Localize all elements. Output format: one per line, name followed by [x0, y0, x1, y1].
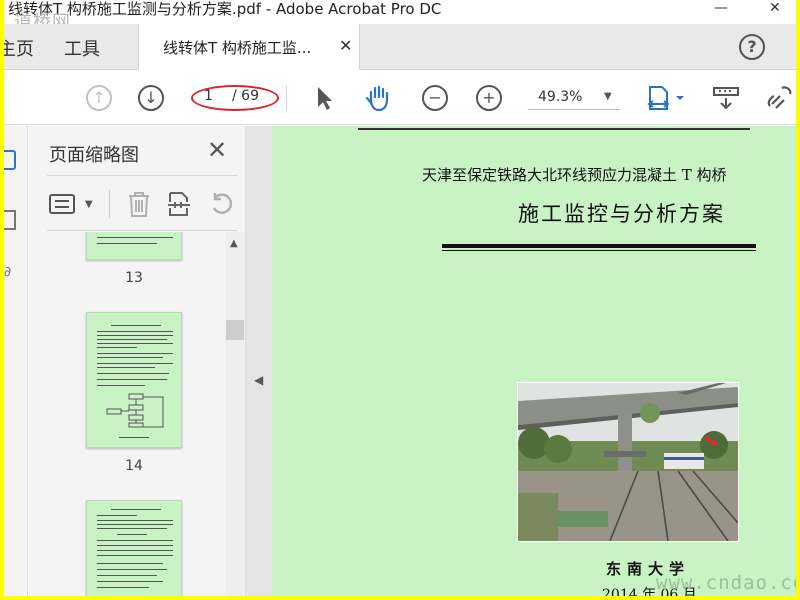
divider [109, 190, 110, 218]
toolbar-divider [286, 85, 287, 111]
minimize-icon[interactable]: — [714, 0, 728, 16]
prev-page-icon[interactable]: ↑ [84, 71, 114, 125]
page-thumbnail-number: 13 [125, 270, 143, 286]
trash-icon[interactable] [127, 182, 151, 226]
zoom-value: 49.3% [538, 89, 583, 105]
window-close-icon[interactable]: ✕ [769, 0, 781, 16]
panel-title: 页面缩略图 [49, 145, 139, 166]
cover-photo [517, 382, 739, 542]
help-icon[interactable]: ? [739, 34, 765, 60]
chevron-up-icon[interactable]: ▲ [230, 238, 238, 249]
document-title: 施工监控与分析方案 [518, 202, 725, 226]
left-rail: ∂ [4, 126, 28, 596]
divider [47, 230, 237, 231]
thumbnail-list: 13 14 [29, 232, 225, 596]
panel-toolbar: ▼ [29, 182, 246, 226]
tab-tools[interactable]: 工具 [64, 35, 100, 61]
tab-close-icon[interactable]: ✕ [339, 36, 352, 55]
zoom-out-icon[interactable]: − [420, 71, 450, 125]
options-icon[interactable] [49, 182, 75, 226]
panel-splitter[interactable]: ◀ [246, 126, 272, 596]
zoom-select[interactable]: 49.3% ▼ [528, 86, 620, 110]
header-rule [358, 128, 750, 130]
title-rule-thin [442, 250, 756, 251]
page-total: / 69 [232, 88, 259, 104]
page-thumbnail[interactable] [86, 232, 182, 260]
extract-pages-icon[interactable] [167, 182, 191, 226]
watermark-url: www.cndao.com [656, 572, 796, 594]
close-icon[interactable]: ✕ [207, 138, 227, 162]
tab-home[interactable]: 主页 [4, 35, 34, 61]
page-thumbnail-number: 14 [125, 458, 143, 474]
collapse-panel-icon[interactable]: ◀ [254, 373, 263, 387]
zoom-in-icon[interactable]: + [474, 71, 504, 125]
hand-icon[interactable] [362, 71, 394, 125]
page-thumbnails-panel: 页面缩略图 ✕ ▼ 13 14 ▲ [29, 126, 246, 596]
page-thumbnails-icon[interactable] [4, 150, 16, 170]
page-thumbnail[interactable] [86, 500, 182, 596]
page-current: 1 [204, 88, 213, 104]
tab-bar: 主页 工具 线转体T 构桥施工监... ✕ ? [4, 24, 796, 70]
chevron-down-icon: ▼ [604, 91, 612, 102]
tab-document-label: 线转体T 构桥施工监... [163, 39, 312, 57]
next-page-icon[interactable]: ↓ [136, 71, 166, 125]
window-title: 线转体T 构桥施工监测与分析方案.pdf - Adobe Acrobat Pro… [8, 0, 442, 18]
page-thumbnail[interactable] [86, 312, 182, 448]
share-icon[interactable] [766, 71, 796, 125]
attachment-icon[interactable]: ∂ [4, 264, 16, 284]
tab-document[interactable]: 线转体T 构桥施工监... ✕ [138, 24, 360, 70]
scrollbar-thumb[interactable] [226, 320, 244, 340]
chevron-down-icon[interactable]: ▼ [85, 182, 93, 226]
document-page: 天津至保定铁路大北环线预应力混凝土 T 构桥 施工监控与分析方案 东南大学 20… [272, 126, 796, 596]
title-bar: 线转体T 构桥施工监测与分析方案.pdf - Adobe Acrobat Pro… [4, 0, 796, 33]
toolbar: ↑ ↓ 1 / 69 − + 49.3% ▼ [4, 71, 796, 125]
fit-page-icon[interactable] [644, 71, 688, 125]
document-subtitle: 天津至保定铁路大北环线预应力混凝土 T 构桥 [422, 166, 727, 184]
divider [47, 175, 237, 176]
title-rule-thick [442, 244, 756, 248]
thumbnail-scrollbar[interactable]: ▲ [225, 232, 245, 596]
rotate-icon[interactable] [209, 182, 235, 226]
bookmark-icon[interactable] [4, 210, 16, 230]
scroll-mode-icon[interactable] [710, 71, 742, 125]
select-arrow-icon[interactable] [312, 71, 336, 125]
acrobat-window: 线转体T 构桥施工监测与分析方案.pdf - Adobe Acrobat Pro… [4, 0, 796, 596]
